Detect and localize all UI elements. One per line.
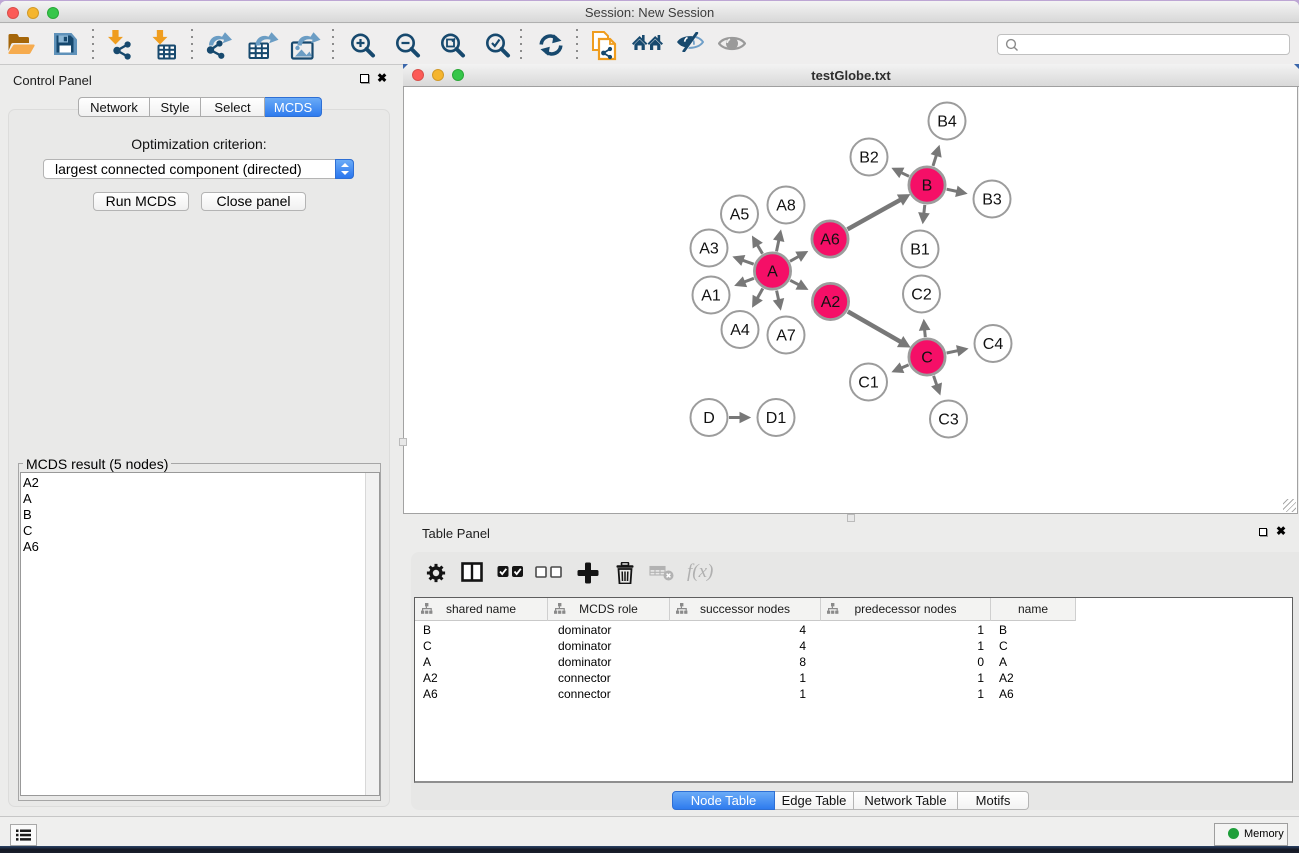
svg-text:B4: B4 — [937, 114, 957, 131]
svg-text:A3: A3 — [699, 241, 719, 258]
svg-text:C1: C1 — [858, 375, 879, 392]
svg-text:A8: A8 — [776, 198, 796, 215]
svg-text:A7: A7 — [776, 328, 796, 345]
svg-text:B2: B2 — [859, 150, 879, 167]
svg-text:A1: A1 — [701, 288, 721, 305]
svg-text:A2: A2 — [821, 294, 841, 311]
svg-text:C2: C2 — [911, 287, 932, 304]
svg-text:A: A — [767, 264, 778, 281]
svg-text:B3: B3 — [982, 192, 1002, 209]
svg-text:C: C — [921, 350, 933, 367]
svg-text:A6: A6 — [820, 232, 840, 249]
svg-text:D: D — [703, 410, 715, 427]
svg-text:C4: C4 — [983, 336, 1004, 353]
svg-text:B: B — [922, 178, 933, 195]
svg-text:A4: A4 — [730, 322, 750, 339]
svg-text:D1: D1 — [766, 410, 787, 427]
svg-text:B1: B1 — [910, 242, 930, 259]
svg-text:C3: C3 — [938, 412, 959, 429]
svg-text:A5: A5 — [730, 207, 750, 224]
